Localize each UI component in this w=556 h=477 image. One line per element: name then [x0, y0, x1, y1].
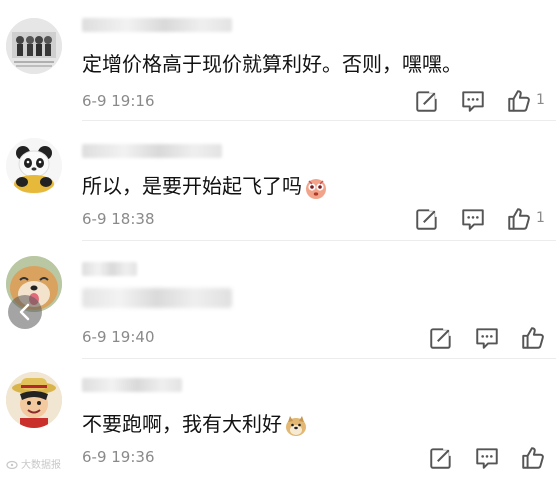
username-blurred[interactable]	[82, 378, 182, 392]
doge-emoji-icon	[284, 414, 308, 438]
share-icon[interactable]	[428, 445, 454, 471]
comment-text: 不要跑啊，我有大利好	[82, 408, 308, 438]
comment-item: 不要跑啊，我有大利好 6-9 19:36	[0, 0, 556, 477]
comment-text-content: 不要跑啊，我有大利好	[82, 412, 282, 436]
watermark: 大数据报	[6, 456, 61, 471]
luffy-avatar-icon	[6, 372, 62, 428]
comment-time: 6-9 19:36	[82, 448, 155, 466]
comment-icon[interactable]	[474, 445, 500, 471]
weibo-logo-icon	[6, 460, 18, 469]
avatar[interactable]	[6, 372, 62, 428]
watermark-text: 大数据报	[21, 460, 61, 471]
thumbs-up-icon[interactable]	[520, 445, 546, 471]
